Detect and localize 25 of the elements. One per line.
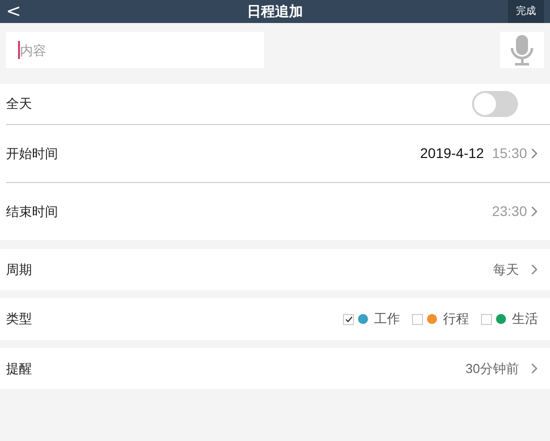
content-field[interactable]: 内容 xyxy=(6,32,264,68)
checkbox[interactable] xyxy=(343,314,354,324)
row-label: 周期 xyxy=(6,260,32,279)
checkbox[interactable] xyxy=(481,314,492,324)
chevron-icon xyxy=(531,206,538,217)
microphone-button[interactable] xyxy=(500,32,544,68)
category-label: 生活 xyxy=(512,310,538,328)
chevron-icon xyxy=(531,363,538,374)
checkbox[interactable] xyxy=(412,314,423,324)
row-label: 开始时间 xyxy=(6,144,58,163)
chevron-icon xyxy=(531,148,538,159)
row-label: 提醒 xyxy=(6,360,32,378)
repeat-value[interactable]: 每天 xyxy=(493,260,519,280)
row-label: 全天 xyxy=(6,95,32,114)
back-button[interactable]: < xyxy=(6,2,22,20)
toggle-switch[interactable] xyxy=(472,91,518,117)
row-label: 类型 xyxy=(6,310,32,328)
done-button[interactable]: 完成 xyxy=(508,0,544,23)
reminder-value[interactable]: 30分钟前 xyxy=(466,358,519,378)
window-title: 日程追加 xyxy=(247,2,303,21)
row-label: 结束时间 xyxy=(6,202,58,221)
category-label: 行程 xyxy=(443,310,469,328)
chevron-icon xyxy=(531,264,538,275)
category-label: 工作 xyxy=(374,310,400,328)
start-date[interactable]: 2019-4-12 xyxy=(420,143,484,164)
